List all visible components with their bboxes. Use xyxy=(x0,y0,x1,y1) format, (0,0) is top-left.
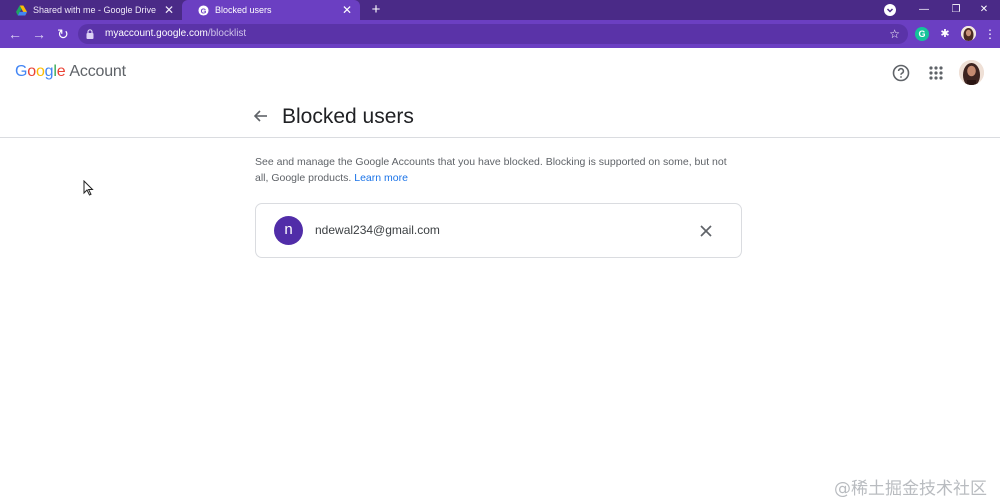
browser-menu-icon[interactable]: ⋮ xyxy=(984,27,996,41)
back-arrow-icon[interactable] xyxy=(252,106,270,126)
tab-blocked-users[interactable]: G Blocked users ✕ xyxy=(182,0,360,20)
bookmark-star-icon[interactable]: ☆ xyxy=(889,24,900,44)
reload-icon[interactable]: ↻ xyxy=(52,20,74,48)
tab-title: Shared with me - Google Drive xyxy=(33,5,157,15)
logo-letter: e xyxy=(56,63,66,80)
logo-letter: o xyxy=(35,63,45,80)
back-nav-icon[interactable]: ← xyxy=(4,20,26,48)
logo-account-text: Account xyxy=(69,63,126,80)
browser-toolbar: ← → ↻ myaccount.google.com/blocklist ☆ G… xyxy=(0,20,1000,48)
help-icon[interactable] xyxy=(890,62,912,84)
close-tab-icon[interactable]: ✕ xyxy=(162,0,176,20)
page-description: See and manage the Google Accounts that … xyxy=(255,155,740,186)
browser-profile-avatar[interactable] xyxy=(961,26,976,41)
blocked-user-list-item: n ndewal234@gmail.com xyxy=(255,203,742,258)
tab-search-icon[interactable] xyxy=(884,4,896,16)
lock-icon[interactable] xyxy=(86,29,94,39)
new-tab-button[interactable]: + xyxy=(366,0,386,20)
tab-strip: Shared with me - Google Drive ✕ G Blocke… xyxy=(0,0,1000,20)
url-host: myaccount.google.com xyxy=(105,28,208,39)
watermark-text: @稀土掘金技术社区 xyxy=(834,479,987,499)
blocked-user-email: ndewal234@gmail.com xyxy=(315,223,440,237)
profile-photo-icon xyxy=(959,60,984,85)
close-tab-icon[interactable]: ✕ xyxy=(340,0,354,20)
google-account-logo[interactable]: Google Account xyxy=(15,63,126,81)
account-avatar[interactable] xyxy=(959,60,984,85)
minimize-button[interactable]: — xyxy=(908,0,940,20)
unblock-close-icon[interactable] xyxy=(696,221,716,241)
mouse-cursor-icon xyxy=(83,180,94,196)
google-icon: G xyxy=(198,4,209,16)
forward-nav-icon[interactable]: → xyxy=(28,20,50,48)
logo-letter: o xyxy=(27,63,36,80)
page-title-bar: Blocked users xyxy=(0,100,1000,138)
url-path: /blocklist xyxy=(207,28,247,39)
apps-grid-icon[interactable] xyxy=(925,62,947,84)
close-window-button[interactable]: ✕ xyxy=(968,0,1000,20)
user-avatar: n xyxy=(274,216,303,245)
logo-letter: G xyxy=(15,63,28,80)
grammarly-extension-icon[interactable]: G xyxy=(915,27,929,41)
extensions-puzzle-icon[interactable]: ✱ xyxy=(938,27,952,41)
tab-title: Blocked users xyxy=(215,5,272,15)
account-header: Google Account xyxy=(0,48,1000,100)
url-text: myaccount.google.com/blocklist xyxy=(105,24,246,44)
google-drive-icon xyxy=(16,4,27,16)
learn-more-link[interactable]: Learn more xyxy=(354,172,408,184)
address-bar[interactable]: myaccount.google.com/blocklist ☆ xyxy=(78,24,908,44)
page-title: Blocked users xyxy=(282,105,414,128)
profile-photo-icon xyxy=(961,26,976,41)
description-text: See and manage the Google Accounts that … xyxy=(255,156,727,184)
tab-google-drive[interactable]: Shared with me - Google Drive ✕ xyxy=(0,0,182,20)
svg-text:G: G xyxy=(201,6,207,15)
